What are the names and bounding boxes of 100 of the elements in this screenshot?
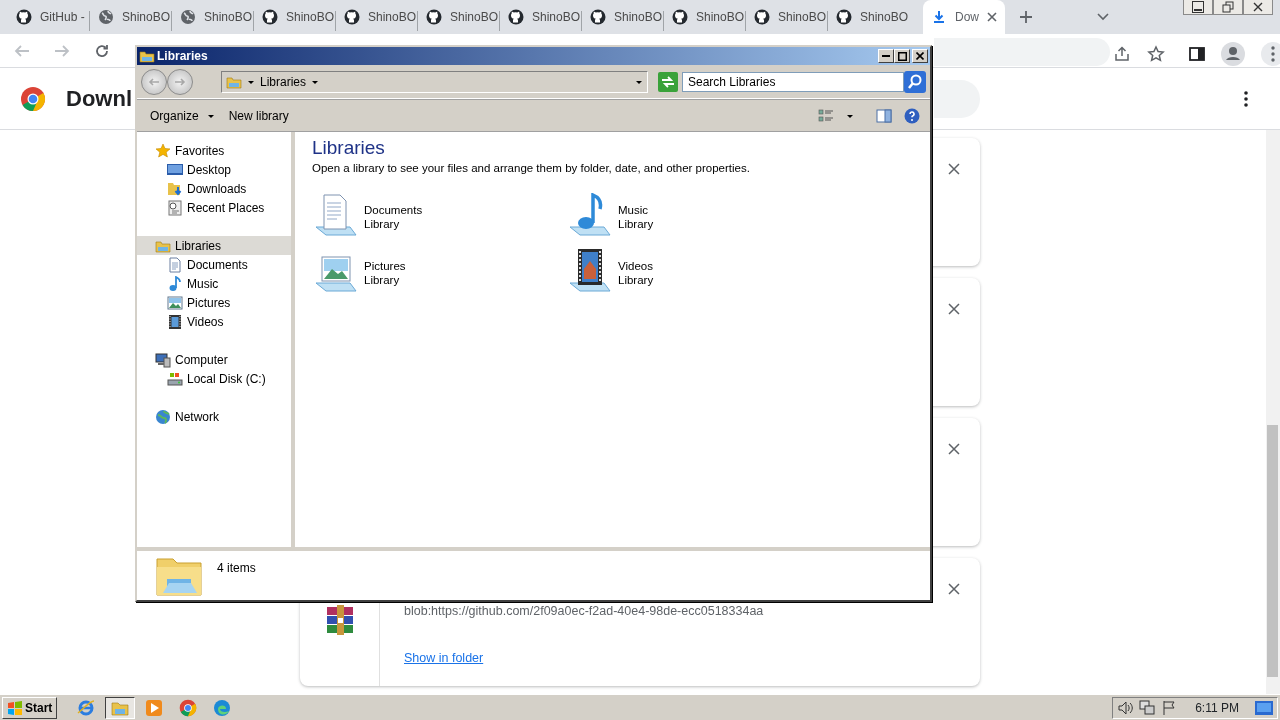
nav-item[interactable]: Pictures [137,293,291,312]
browser-tab[interactable]: Dow [923,0,1005,34]
window-button[interactable] [1183,0,1213,15]
menu-icon[interactable] [1261,42,1280,66]
refresh-button[interactable] [658,71,678,92]
scrollbar-thumb[interactable] [1267,425,1278,677]
restore-icon [1222,1,1234,13]
library-item[interactable]: Music Library [566,193,820,242]
nav-item[interactable]: Music [137,274,291,293]
nav-item[interactable]: Network [137,407,291,426]
dropdown-icon [635,78,643,85]
library-item[interactable]: Pictures Library [312,249,566,298]
search-field[interactable]: Search Libraries [682,71,904,92]
document-icon [167,256,183,273]
library-item[interactable]: Videos Library [566,249,820,298]
tab-title: ShinoBO [532,9,581,26]
flag-icon[interactable] [1161,699,1178,716]
browser-icon [77,698,96,717]
network-icon[interactable] [1139,699,1156,716]
help-icon[interactable] [904,107,920,124]
film-icon [167,313,183,330]
close-icon [916,52,924,60]
close-icon[interactable] [987,12,997,22]
github-icon [672,9,688,25]
star-icon [155,142,171,159]
browser-tab[interactable]: ShinoBO [418,0,499,34]
nav-item[interactable]: Favorites [137,141,291,160]
recent-places-icon [167,199,183,216]
github-icon [508,9,524,25]
command-button[interactable]: Organize [147,104,218,127]
show-desktop-icon[interactable] [1255,700,1273,715]
picture-icon [167,294,183,311]
browser-tab[interactable]: ShinoBO [582,0,663,34]
tab-title: ShinoBO [696,9,745,26]
github-icon [16,9,32,25]
disk-drive-icon [167,370,183,387]
nav-item[interactable]: Videos [137,312,291,331]
window-title: Libraries [157,48,208,65]
github-icon [344,9,360,25]
github-icon [426,9,442,25]
speaker-icon[interactable] [1117,699,1134,716]
nav-item[interactable]: Documents [137,255,291,274]
tab-title: Dow [955,9,979,26]
nav-button[interactable] [141,68,167,95]
side-panel-icon[interactable] [1189,46,1205,62]
share-icon[interactable] [1113,45,1131,63]
nav-item[interactable]: Desktop [137,160,291,179]
new-tab-icon[interactable] [1019,10,1033,24]
nav-item[interactable]: Downloads [137,179,291,198]
chrome-logo [20,85,46,112]
browser-tab[interactable]: ShinoBO [746,0,827,34]
download-url: blob:https://github.com/2f09a0ec-f2ad-40e4-98de-ecc0518334aa [404,603,764,620]
browser-tab[interactable]: ShinoBO [500,0,581,34]
tab-list-icon[interactable] [1097,13,1109,21]
close-icon [948,442,960,455]
window-button[interactable] [1243,0,1273,15]
minimize-icon [882,55,890,57]
library-item[interactable]: Documents Library [312,193,566,242]
browser-tab[interactable]: GitHub - [8,0,89,34]
more-icon[interactable] [1244,90,1248,107]
address-field[interactable]: Libraries [221,70,648,93]
taskbar-app[interactable] [105,696,136,719]
minimize-icon [1192,1,1204,13]
close-icon [948,302,960,315]
show-in-folder-link[interactable]: Show in folder [404,648,764,668]
reload-icon[interactable] [94,42,110,59]
nav-item[interactable]: Local Disk (C:) [137,369,291,388]
browser-tab[interactable]: ShinoBO [90,0,171,34]
browser-tab[interactable]: ShinoBO [336,0,417,34]
music-note-icon [167,275,183,292]
browser-tab[interactable]: ShinoBO [828,0,909,34]
clock-time: 6:11 PM [1195,699,1239,717]
tab-title: ShinoBO [368,9,417,26]
tab-title: ShinoBO [286,9,335,26]
view-icon[interactable] [818,108,834,123]
browser-tab[interactable]: ShinoBO [664,0,745,34]
star-icon[interactable] [1147,45,1165,63]
nav-item[interactable]: Computer [137,350,291,369]
browser-tab[interactable]: ShinoBO [254,0,335,34]
command-button[interactable]: New library [225,104,292,127]
search-button[interactable] [904,70,926,93]
item-count: 4 items [217,560,256,577]
nav-button[interactable] [167,68,193,95]
chrome-icon [179,698,198,717]
computer-icon [155,351,171,368]
browser-tab[interactable]: ShinoBO [172,0,253,34]
page-title: Downl [66,85,132,113]
close-icon [948,582,960,595]
close-icon [1252,1,1264,13]
profile-icon[interactable] [1221,42,1245,66]
download-icon [931,9,947,25]
folder-icon [139,48,155,64]
nav-item[interactable]: Recent Places [137,198,291,217]
nav-item[interactable]: Libraries [137,236,291,255]
preview-pane-icon[interactable] [876,107,892,124]
search-field[interactable] [934,80,980,118]
content-heading: Libraries [312,136,386,160]
start-button[interactable]: Start [2,696,58,719]
caret-icon[interactable] [846,112,854,119]
globe-icon [98,9,114,25]
